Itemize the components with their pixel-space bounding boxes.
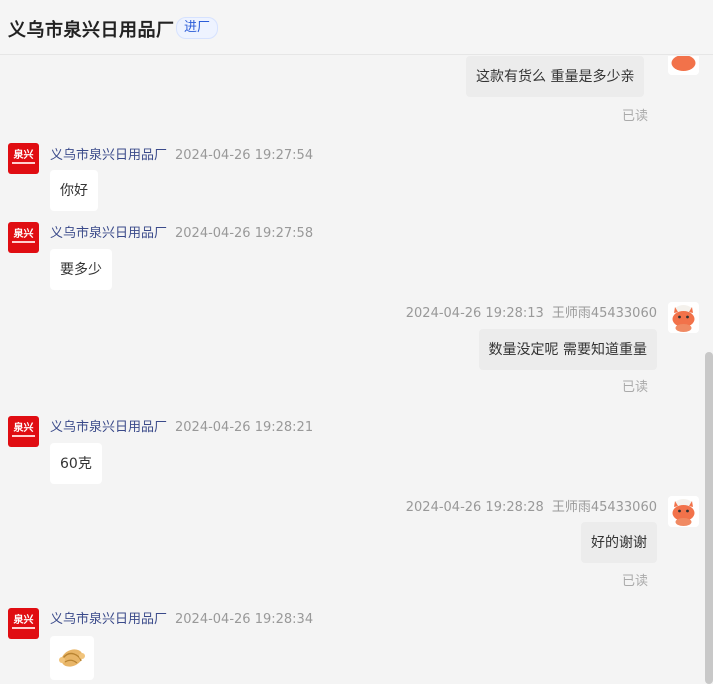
- message-bubble[interactable]: 要多少: [50, 249, 112, 290]
- user-avatar[interactable]: [668, 302, 699, 333]
- scrollbar-thumb[interactable]: [705, 352, 713, 684]
- chat-title: 义乌市泉兴日用品厂: [8, 20, 175, 41]
- message-text: 你好: [60, 183, 88, 199]
- chat-header: 义乌市泉兴日用品厂 进厂: [0, 0, 713, 55]
- message-meta: 2024-04-26 19:28:13 王师雨45433060: [406, 302, 657, 321]
- message-time: 2024-04-26 19:27:58: [175, 226, 314, 241]
- read-status: 已读: [622, 109, 649, 124]
- message-text: 60克: [60, 456, 92, 472]
- shop-logo-line: [12, 627, 35, 629]
- message-list[interactable]: 这款有货么 重量是多少亲 已读 泉兴 义乌市泉兴日用品厂 2024-04-26 1…: [0, 56, 705, 684]
- enter-factory-tag[interactable]: 进厂: [176, 17, 219, 39]
- message-text: 好的谢谢: [591, 535, 647, 551]
- sender-name[interactable]: 王师雨45433060: [552, 500, 657, 515]
- shop-logo-text: 泉兴: [13, 423, 34, 434]
- message-bubble[interactable]: 好的谢谢: [581, 522, 657, 563]
- message-meta: 义乌市泉兴日用品厂 2024-04-26 19:27:58: [50, 222, 313, 241]
- shop-logo-text: 泉兴: [13, 229, 34, 240]
- user-avatar[interactable]: [668, 56, 699, 75]
- message-time: 2024-04-26 19:27:54: [175, 148, 314, 163]
- message-meta: 义乌市泉兴日用品厂 2024-04-26 19:28:21: [50, 416, 313, 435]
- message-meta: 2024-04-26 19:28:28 王师雨45433060: [406, 496, 657, 515]
- message-text: 要多少: [60, 262, 102, 278]
- message-bubble[interactable]: 60克: [50, 443, 102, 484]
- shop-logo-text: 泉兴: [13, 150, 34, 161]
- read-status: 已读: [622, 380, 649, 395]
- handshake-icon: [59, 649, 85, 667]
- shop-avatar[interactable]: 泉兴: [8, 222, 39, 253]
- message-time: 2024-04-26 19:28:28: [405, 500, 544, 515]
- shop-logo-text: 泉兴: [13, 615, 34, 626]
- message-bubble[interactable]: 数量没定呢 需要知道重量: [478, 329, 657, 370]
- read-status: 已读: [622, 574, 649, 589]
- cartoon-fox-icon: [668, 302, 699, 333]
- message-text: 数量没定呢 需要知道重量: [488, 342, 647, 358]
- cartoon-fox-icon: [668, 56, 699, 75]
- sender-name[interactable]: 义乌市泉兴日用品厂: [50, 612, 167, 627]
- message-bubble[interactable]: [50, 636, 94, 680]
- message-text: 这款有货么 重量是多少亲: [476, 69, 635, 85]
- shop-logo-line: [12, 435, 35, 437]
- cartoon-fox-icon: [668, 496, 699, 527]
- message-meta: 义乌市泉兴日用品厂 2024-04-26 19:27:54: [50, 144, 313, 163]
- message-time: 2024-04-26 19:28:13: [405, 306, 544, 321]
- message-bubble[interactable]: 你好: [50, 170, 98, 211]
- user-avatar[interactable]: [668, 496, 699, 527]
- sender-name[interactable]: 义乌市泉兴日用品厂: [50, 226, 167, 241]
- sender-name[interactable]: 王师雨45433060: [552, 306, 657, 321]
- message-time: 2024-04-26 19:28:34: [175, 612, 314, 627]
- shop-avatar[interactable]: 泉兴: [8, 143, 39, 174]
- shop-logo-line: [12, 241, 35, 243]
- shop-avatar[interactable]: 泉兴: [8, 608, 39, 639]
- message-bubble[interactable]: 这款有货么 重量是多少亲: [466, 56, 645, 97]
- shop-avatar[interactable]: 泉兴: [8, 416, 39, 447]
- message-time: 2024-04-26 19:28:21: [175, 420, 314, 435]
- message-meta: 义乌市泉兴日用品厂 2024-04-26 19:28:34: [50, 608, 313, 627]
- sender-name[interactable]: 义乌市泉兴日用品厂: [50, 148, 167, 163]
- shop-logo-line: [12, 162, 35, 164]
- sender-name[interactable]: 义乌市泉兴日用品厂: [50, 420, 167, 435]
